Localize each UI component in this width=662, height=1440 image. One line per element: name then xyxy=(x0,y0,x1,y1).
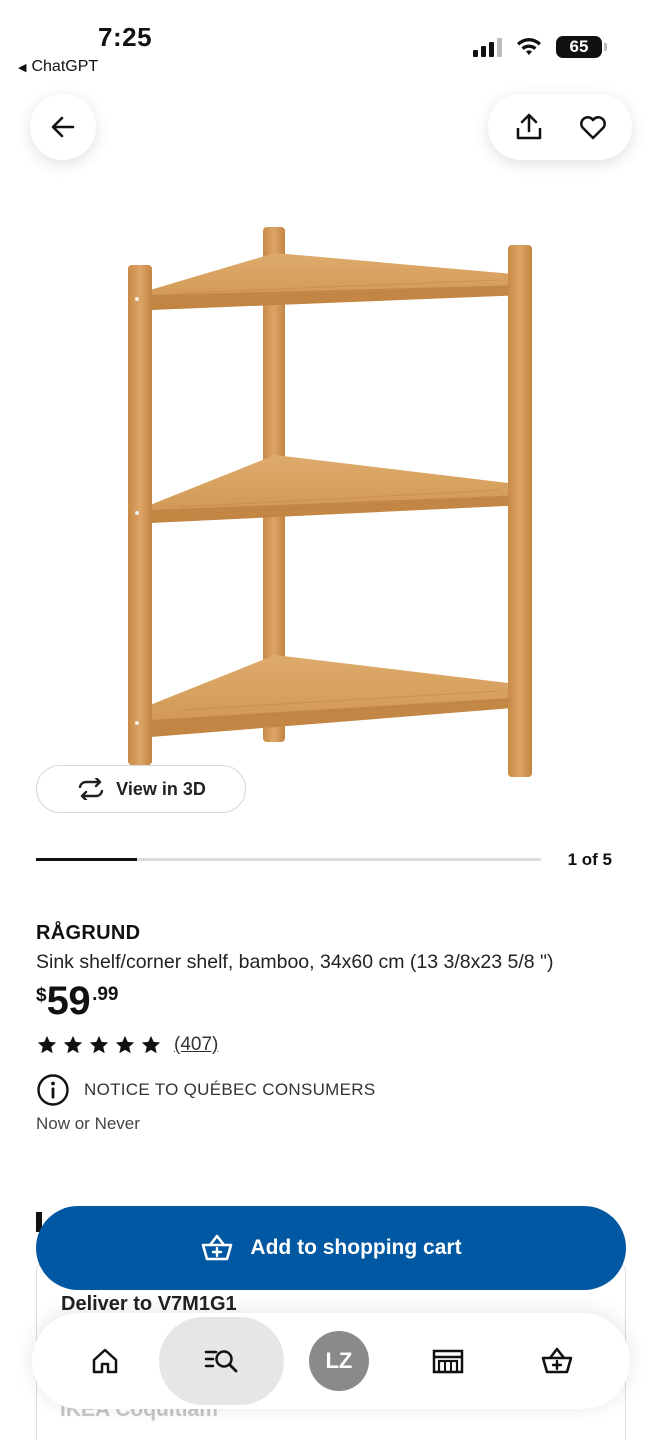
product-tag-line: Now or Never xyxy=(36,1114,140,1133)
back-app-label: ChatGPT xyxy=(31,58,99,75)
search-list-icon xyxy=(204,1350,238,1373)
product-price: $ 59 .99 xyxy=(36,980,119,1022)
wifi-icon xyxy=(517,38,541,55)
top-action-group xyxy=(488,94,632,160)
store-icon xyxy=(432,1349,464,1374)
cellular-signal-icon xyxy=(473,37,502,57)
back-triangle-icon: ◀ xyxy=(18,61,27,74)
nav-home[interactable] xyxy=(50,1326,159,1396)
price-integer: 59 xyxy=(46,979,91,1023)
arrow-left-icon xyxy=(51,116,75,138)
product-image[interactable] xyxy=(100,215,560,785)
heart-icon[interactable] xyxy=(578,112,608,142)
price-currency: $ xyxy=(36,985,47,1006)
rating-stars xyxy=(36,1034,162,1056)
price-decimal: .99 xyxy=(92,984,119,1005)
add-to-cart-label: Add to shopping cart xyxy=(250,1236,462,1259)
battery-icon: 65 xyxy=(556,36,607,58)
nav-search[interactable] xyxy=(159,1317,285,1405)
view-in-3d-label: View in 3D xyxy=(116,778,206,799)
star-icon xyxy=(37,1035,57,1054)
rotate-3d-icon xyxy=(78,778,104,800)
nav-cart[interactable] xyxy=(503,1326,612,1396)
view-in-3d-button[interactable]: View in 3D xyxy=(36,765,246,813)
basket-plus-icon xyxy=(202,1234,233,1261)
shelf-bottom xyxy=(150,655,525,737)
product-name: RÅGRUND xyxy=(36,922,141,944)
nav-store[interactable] xyxy=(394,1326,503,1396)
basket-icon xyxy=(542,1347,573,1374)
carousel-progress-track xyxy=(36,858,541,861)
product-description: Sink shelf/corner shelf, bamboo, 34x60 c… xyxy=(36,951,554,973)
add-to-cart-button[interactable]: Add to shopping cart xyxy=(36,1206,626,1290)
status-icons: 65 xyxy=(473,36,607,58)
notice-label: NOTICE TO QUÉBEC CONSUMERS xyxy=(84,1080,376,1099)
product-rating[interactable]: (407) xyxy=(36,1034,218,1056)
carousel-page-indicator: 1 of 5 xyxy=(567,850,612,869)
quebec-notice-link[interactable]: NOTICE TO QUÉBEC CONSUMERS xyxy=(36,1073,376,1107)
star-icon xyxy=(89,1035,109,1054)
shelf-left-leg xyxy=(128,265,152,765)
info-icon xyxy=(37,1074,69,1106)
home-icon xyxy=(92,1348,117,1374)
bottom-nav: LZ xyxy=(32,1313,630,1409)
star-icon xyxy=(63,1035,83,1054)
back-to-app-link[interactable]: ◀ ChatGPT xyxy=(18,58,98,76)
shelf-right-leg xyxy=(508,245,532,777)
share-icon[interactable] xyxy=(513,111,545,143)
review-count-link[interactable]: (407) xyxy=(174,1034,218,1056)
status-time: 7:25 xyxy=(98,22,153,52)
avatar: LZ xyxy=(308,1331,369,1391)
carousel-progress-fill xyxy=(36,858,137,861)
nav-profile[interactable]: LZ xyxy=(284,1326,393,1396)
back-button[interactable] xyxy=(30,94,96,160)
star-icon xyxy=(115,1035,135,1054)
star-icon xyxy=(141,1035,161,1054)
